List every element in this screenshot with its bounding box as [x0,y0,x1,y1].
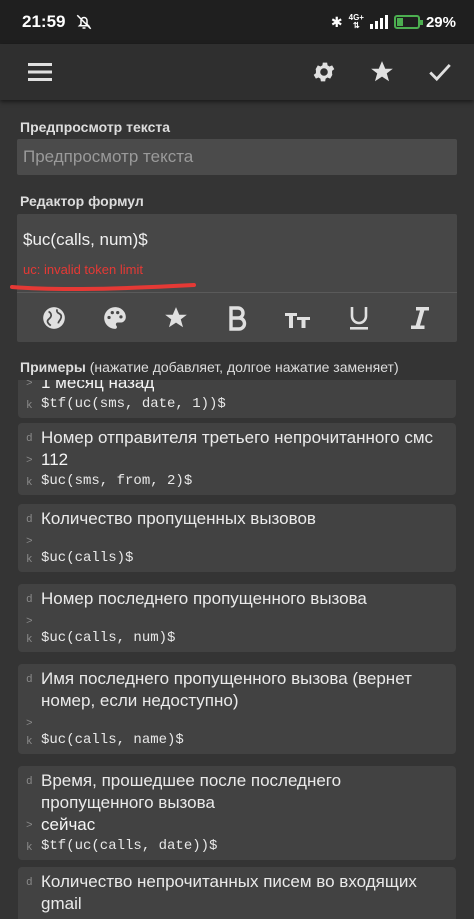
desc-prefix: d [26,594,33,606]
globe-icon [42,307,65,329]
app-toolbar [0,44,474,100]
example-description: Номер последнего пропущенного вызова [41,589,367,608]
formula-input[interactable]: $uc(calls, num)$ [23,230,148,250]
preview-field[interactable]: Предпросмотр текста [17,139,457,175]
error-underline [10,283,196,292]
code-prefix: k [26,842,33,854]
example-description: Количество пропущенных вызовов [41,509,316,528]
code-prefix: k [26,634,33,646]
example-code: $tf(uc(sms, date, 1))$ [41,396,226,412]
list-item[interactable]: d Количество пропущенных вызовов > k $uc(c… [18,504,456,572]
palette-icon [103,307,126,329]
example-code: $uc(calls)$ [41,550,134,566]
check-icon [429,64,451,82]
star-icon [165,307,187,328]
desc-prefix: d [26,776,33,788]
text-size-button[interactable] [282,302,314,334]
example-code: $uc(calls, num)$ [41,630,176,646]
example-result: 112 [41,450,69,469]
list-item[interactable]: d Время, прошедшее после последнего пропу… [18,766,456,860]
status-bar: 21:59 ✱ 4G+ ⇅ 29% [0,0,474,44]
settings-button[interactable] [306,54,342,90]
formula-error: uc: invalid token limit [23,262,143,277]
example-description: Номер отправителя третьего непрочитанног… [41,428,434,447]
signal-icon [369,15,388,29]
list-item[interactable]: d Номер отправителя третьего непрочитанно… [18,423,456,495]
desc-prefix: d [26,433,33,445]
code-prefix: k [26,400,33,412]
example-result: сейчас [41,815,96,834]
examples-title: Примеры (нажатие добавляет, долгое нажат… [20,359,399,375]
battery-icon [393,15,423,29]
star-button[interactable] [160,302,192,334]
result-prefix: > [26,455,33,467]
network-type: 4G+ ⇅ [348,13,364,30]
list-item[interactable]: d Количество непрочитанных писем во входя… [18,867,456,919]
desc-prefix: d [26,514,33,526]
globe-button[interactable] [38,302,70,334]
example-description: Количество непрочитанных писем во входящ… [41,872,417,913]
preview-label: Предпросмотр текста [20,119,171,135]
italic-icon [411,307,430,329]
bell-off-icon [77,14,92,30]
list-item[interactable]: d Номер последнего пропущенного вызова > … [18,584,456,652]
result-prefix: > [26,380,33,390]
underline-button[interactable] [343,302,375,334]
result-prefix: > [26,718,33,730]
menu-icon [28,63,52,81]
status-time: 21:59 [22,12,66,31]
bold-button[interactable] [221,302,253,334]
bluetooth-icon: ✱ [330,13,343,30]
bold-icon [229,306,247,331]
result-prefix: > [26,616,33,628]
battery-percent: 29% [425,13,456,31]
italic-button[interactable] [404,302,436,334]
favorite-button[interactable] [364,54,400,90]
list-item[interactable]: >1 месяц назад k $tf(uc(sms, date, 1))$ [18,380,456,418]
desc-prefix: d [26,877,33,889]
example-code: $tf(uc(calls, date))$ [41,838,218,854]
palette-button[interactable] [99,302,131,334]
formatting-toolbar [17,298,457,338]
menu-button[interactable] [22,54,58,90]
example-code: $uc(sms, from, 2)$ [41,473,193,489]
example-description: Имя последнего пропущенного вызова (верн… [41,669,412,710]
example-description: Время, прошедшее после последнего пропущ… [41,771,342,812]
text-size-icon [285,313,311,328]
result-prefix: > [26,820,33,832]
editor-label: Редактор формул [20,193,144,209]
desc-prefix: d [26,674,33,686]
underline-icon [350,307,369,330]
example-result: 1 месяц назад [41,380,155,392]
formula-editor[interactable]: $uc(calls, num)$ uc: invalid token limit [17,214,457,342]
code-prefix: k [26,736,33,748]
star-icon [371,61,393,82]
gear-icon [313,62,335,82]
example-code: $uc(calls, name)$ [41,732,184,748]
code-prefix: k [26,554,33,566]
list-item[interactable]: d Имя последнего пропущенного вызова (вер… [18,664,456,754]
examples-list: >1 месяц назад k $tf(uc(sms, date, 1))$ d… [0,380,474,919]
result-prefix: > [26,536,33,548]
confirm-button[interactable] [422,54,458,90]
code-prefix: k [26,477,33,489]
